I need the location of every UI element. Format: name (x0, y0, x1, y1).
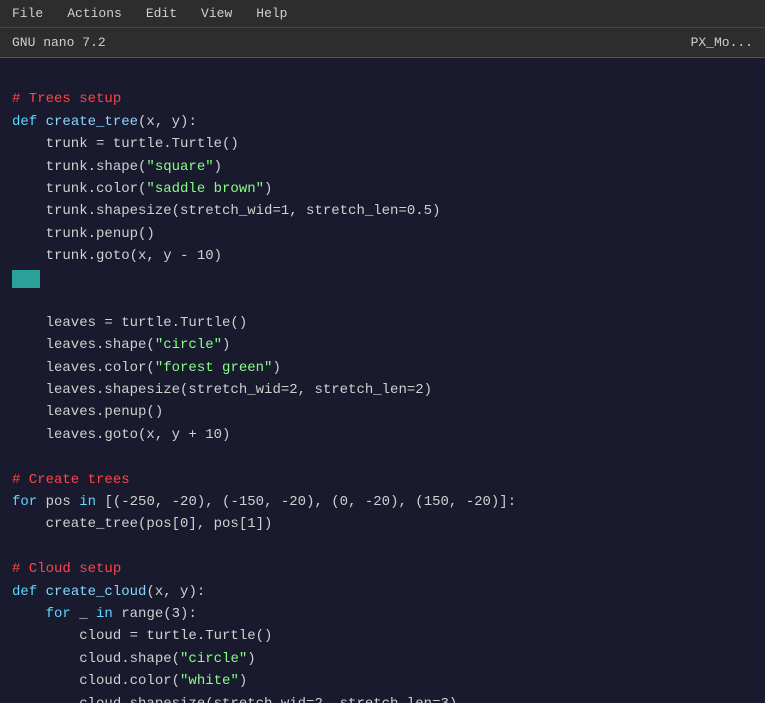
code-line-trunk-turtle: trunk = turtle.Turtle() (12, 133, 753, 155)
code-line-for-range: for _ in range(3): (12, 603, 753, 625)
code-editor[interactable]: # Trees setup def create_tree(x, y): tru… (0, 58, 765, 703)
code-line-blank (12, 290, 753, 312)
code-line-trunk-color: trunk.color("saddle brown") (12, 178, 753, 200)
code-line-leaves-shapesize: leaves.shapesize(stretch_wid=2, stretch_… (12, 379, 753, 401)
code-line-comment-create-trees: # Create trees (12, 469, 753, 491)
code-line-cloud-shape: cloud.shape("circle") (12, 648, 753, 670)
code-line-def-create-cloud: def create_cloud(x, y): (12, 581, 753, 603)
code-line-trunk-goto: trunk.goto(x, y - 10) (12, 245, 753, 267)
code-line-leaves-shape: leaves.shape("circle") (12, 334, 753, 356)
code-line-leaves-color: leaves.color("forest green") (12, 357, 753, 379)
menu-view[interactable]: View (197, 4, 236, 23)
code-line-blank3 (12, 536, 753, 558)
cursor (12, 270, 40, 288)
code-line-leaves-turtle: leaves = turtle.Turtle() (12, 312, 753, 334)
code-line-cloud-turtle: cloud = turtle.Turtle() (12, 625, 753, 647)
code-line-leaves-penup: leaves.penup() (12, 401, 753, 423)
code-line-trunk-shapesize: trunk.shapesize(stretch_wid=1, stretch_l… (12, 200, 753, 222)
menu-edit[interactable]: Edit (142, 4, 181, 23)
code-line-comment-cloud: # Cloud setup (12, 558, 753, 580)
menubar: File Actions Edit View Help (0, 0, 765, 28)
editor-title-right: PX_Mo... (691, 35, 753, 50)
code-line-leaves-goto: leaves.goto(x, y + 10) (12, 424, 753, 446)
code-line-cursor (12, 268, 753, 290)
editor-title-left: GNU nano 7.2 (12, 35, 106, 50)
code-line-blank2 (12, 446, 753, 468)
code-line (12, 66, 753, 88)
code-line-comment-trees: # Trees setup (12, 88, 753, 110)
code-line-def-create-tree: def create_tree(x, y): (12, 111, 753, 133)
code-line-for-pos: for pos in [(-250, -20), (-150, -20), (0… (12, 491, 753, 513)
code-line-trunk-penup: trunk.penup() (12, 223, 753, 245)
menu-actions[interactable]: Actions (63, 4, 126, 23)
menu-help[interactable]: Help (252, 4, 291, 23)
code-line-create-tree-call: create_tree(pos[0], pos[1]) (12, 513, 753, 535)
code-line-cloud-shapesize: cloud.shapesize(stretch_wid=2, stretch_l… (12, 693, 753, 703)
code-line-cloud-color: cloud.color("white") (12, 670, 753, 692)
code-line-trunk-shape: trunk.shape("square") (12, 156, 753, 178)
titlebar: GNU nano 7.2 PX_Mo... (0, 28, 765, 58)
menu-file[interactable]: File (8, 4, 47, 23)
